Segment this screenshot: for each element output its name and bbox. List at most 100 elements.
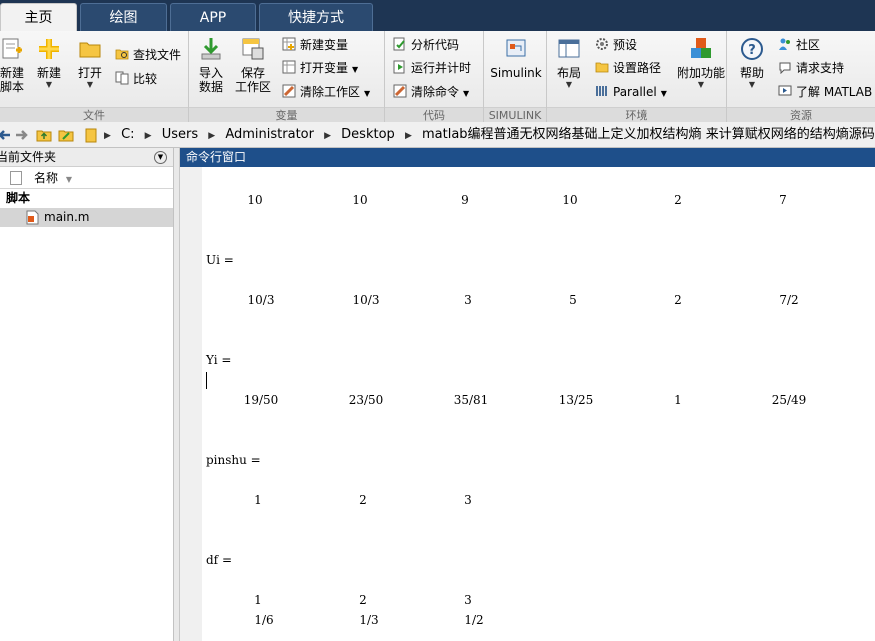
clear-commands-button[interactable]: 清除命令 ▼ xyxy=(393,82,469,102)
breadcrumb-item-project[interactable]: matlab编程普通无权网络基础上定义加权结构熵 来计算赋权网络的结构熵源码程序 xyxy=(422,127,875,142)
output-value: 23/50 xyxy=(348,393,384,407)
new-variable-icon xyxy=(282,37,296,51)
import-arrow-icon xyxy=(201,38,221,60)
toolstrip-tabbar: 主页 绘图 APP 快捷方式 xyxy=(0,0,875,31)
output-value: 35/81 xyxy=(453,393,489,407)
layout-button[interactable]: 布局 ▼ xyxy=(549,36,589,90)
current-folder-title: 当前文件夹 xyxy=(0,150,57,164)
up-folder-icon[interactable] xyxy=(36,127,52,143)
add-ons-cubes-icon xyxy=(691,38,711,58)
analyze-code-icon xyxy=(393,37,405,51)
set-path-button[interactable]: 设置路径 xyxy=(595,58,661,78)
output-variable-line: Yi = xyxy=(202,353,875,369)
svg-text:?: ? xyxy=(748,43,756,58)
simulink-button[interactable]: Simulink xyxy=(489,36,543,80)
output-value: 3 xyxy=(464,593,472,607)
output-row: 1 2 3 xyxy=(202,493,875,509)
group-file: 新建 脚本 新建 ▼ 打开 ▼ 查找文件 比较 文件 xyxy=(0,31,189,122)
open-variable-button[interactable]: 打开变量 ▼ xyxy=(282,58,358,78)
group-variable: 导入 数据 保存 工作区 新建变量 打开变量 ▼ 清除工作区 ▼ 变量 xyxy=(189,31,385,122)
breadcrumb-item-desktop[interactable]: Desktop xyxy=(341,127,395,142)
new-plus-icon xyxy=(39,39,59,59)
parallel-button[interactable]: Parallel ▼ xyxy=(595,82,667,102)
analyze-code-button[interactable]: 分析代码 xyxy=(393,35,459,55)
text-cursor xyxy=(206,372,207,389)
save-workspace-button[interactable]: 保存 工作区 xyxy=(233,36,273,94)
current-folder-title-bar: 当前文件夹 ▼ xyxy=(0,148,173,167)
breadcrumb-separator: ▶ xyxy=(144,131,152,141)
group-label-resources: 资源 xyxy=(727,107,875,122)
folder-open-icon xyxy=(79,42,101,58)
current-folder-address-bar: ▶ C: ▶ Users ▶ Administrator ▶ Desktop ▶… xyxy=(0,122,875,148)
file-item-main[interactable]: main.m xyxy=(0,208,173,227)
preferences-button[interactable]: 预设 xyxy=(595,35,637,55)
command-window-gutter xyxy=(180,167,202,641)
breadcrumb-separator: ▶ xyxy=(208,131,216,141)
output-value: 7 xyxy=(779,193,787,207)
output-value: 9 xyxy=(461,193,469,207)
tab-plots[interactable]: 绘图 xyxy=(80,3,167,31)
category-scripts[interactable]: 脚本 xyxy=(0,189,173,208)
open-variable-icon xyxy=(282,60,296,74)
learn-matlab-button[interactable]: 了解 MATLAB xyxy=(778,82,872,102)
tab-home[interactable]: 主页 xyxy=(0,3,77,31)
browse-folder-icon[interactable] xyxy=(58,127,74,143)
forward-arrow-icon[interactable] xyxy=(14,127,30,143)
output-value: 10 xyxy=(562,193,578,207)
find-files-icon xyxy=(115,49,129,60)
toolstrip-ribbon: 新建 脚本 新建 ▼ 打开 ▼ 查找文件 比较 文件 导入 数据 保存 工作区 … xyxy=(0,31,875,122)
output-row: 1 2 3 xyxy=(202,593,875,609)
help-button[interactable]: ? 帮助 ▼ xyxy=(732,36,772,90)
output-row: 19/50 23/50 35/81 13/25 1 25/49 xyxy=(202,393,875,409)
variable-name-df: df = xyxy=(206,553,232,567)
output-value: 25/49 xyxy=(771,393,807,407)
find-files-button[interactable]: 查找文件 xyxy=(115,45,181,65)
request-support-icon xyxy=(779,62,791,74)
new-button[interactable]: 新建 ▼ xyxy=(29,36,69,90)
back-arrow-icon[interactable] xyxy=(0,127,12,143)
output-value: 10/3 xyxy=(247,293,275,307)
output-value: 3 xyxy=(464,293,472,307)
breadcrumb-separator: ▶ xyxy=(404,131,412,141)
output-value: 1/6 xyxy=(254,613,274,627)
simulink-icon xyxy=(506,39,526,57)
group-resources: ? 帮助 ▼ 社区 请求支持 了解 MATLAB 资源 xyxy=(727,31,875,122)
clear-workspace-icon xyxy=(282,84,296,98)
chevron-down-icon: ▼ xyxy=(86,80,94,89)
output-value: 10 xyxy=(352,193,368,207)
breadcrumb-item-drive[interactable]: C: xyxy=(121,127,134,142)
chevron-down-icon: ▼ xyxy=(697,80,705,89)
column-header-name[interactable]: 名称 xyxy=(34,171,58,185)
compare-button[interactable]: 比较 xyxy=(115,69,157,89)
output-value: 1 xyxy=(674,393,682,407)
tab-shortcuts[interactable]: 快捷方式 xyxy=(259,3,373,31)
panel-menu-icon[interactable]: ▼ xyxy=(154,151,167,164)
request-support-button[interactable]: 请求支持 xyxy=(778,58,844,78)
command-window-output[interactable]: 10 10 9 10 2 7 Ui = 10/3 10/3 3 5 2 7/2 … xyxy=(202,167,875,641)
sort-arrow-icon: ▼ xyxy=(65,175,72,184)
open-button[interactable]: 打开 ▼ xyxy=(70,36,110,90)
breadcrumb-item-administrator[interactable]: Administrator xyxy=(225,127,314,142)
breadcrumb-item-users[interactable]: Users xyxy=(162,127,198,142)
save-workspace-icon xyxy=(242,38,264,60)
import-data-button[interactable]: 导入 数据 xyxy=(191,36,231,94)
command-window-title: 命令行窗口 xyxy=(180,148,875,167)
m-file-icon xyxy=(26,210,39,225)
run-and-time-button[interactable]: 运行并计时 xyxy=(393,58,471,78)
output-row: 10 10 9 10 2 7 xyxy=(202,193,875,209)
output-value: 1/2 xyxy=(464,613,484,627)
breadcrumb-separator: ▶ xyxy=(104,131,111,141)
new-variable-button[interactable]: 新建变量 xyxy=(282,35,348,55)
group-label-file: 文件 xyxy=(0,107,188,122)
output-value: 3 xyxy=(464,493,472,507)
output-value: 2 xyxy=(674,193,682,207)
community-button[interactable]: 社区 xyxy=(778,35,820,55)
new-script-button[interactable]: 新建 脚本 xyxy=(0,36,32,94)
chevron-down-icon: ▼ xyxy=(565,80,573,89)
tab-apps[interactable]: APP xyxy=(170,3,256,31)
clear-workspace-button[interactable]: 清除工作区 ▼ xyxy=(282,82,370,102)
add-ons-button[interactable]: 附加功能 ▼ xyxy=(677,36,725,90)
new-script-icon xyxy=(2,38,22,59)
output-row: 1/6 1/3 1/2 xyxy=(202,613,875,629)
breadcrumb-separator: ▶ xyxy=(324,131,332,141)
